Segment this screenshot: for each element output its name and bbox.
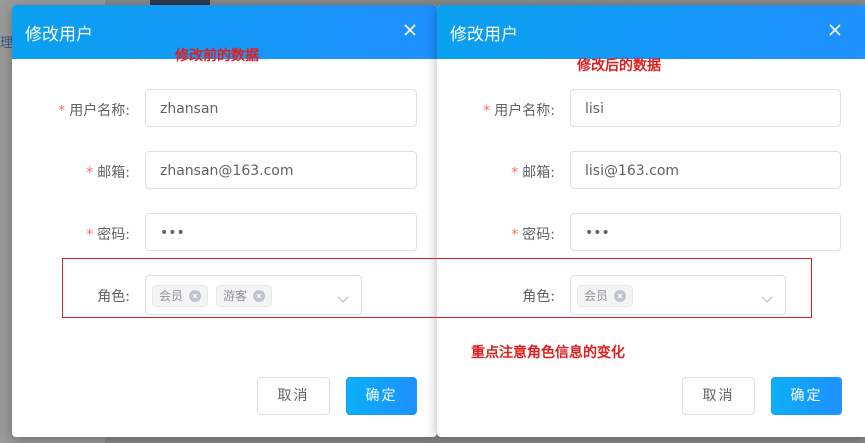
- cancel-button[interactable]: 取消: [682, 377, 755, 415]
- email-label: * 邮箱:: [511, 165, 555, 181]
- close-circle-icon[interactable]: [614, 289, 627, 302]
- password-row: * 密码: •••: [12, 213, 437, 253]
- role-row: 角色: 会员: [437, 275, 865, 315]
- confirm-button[interactable]: 确定: [346, 377, 417, 415]
- username-input[interactable]: zhansan: [145, 89, 417, 127]
- close-circle-icon[interactable]: [253, 289, 266, 302]
- annotation-after: 修改后的数据: [577, 58, 661, 74]
- password-row: * 密码: •••: [437, 213, 865, 253]
- email-row: * 邮箱: lisi@163.com: [437, 151, 865, 191]
- password-input[interactable]: •••: [145, 213, 417, 251]
- role-select[interactable]: 会员: [570, 275, 786, 315]
- role-label-wrap: 角色:: [12, 275, 130, 315]
- email-label: * 邮箱:: [86, 165, 130, 181]
- role-row: 角色: 会员 游客: [12, 275, 437, 315]
- username-label-wrap: * 用户名称:: [437, 89, 555, 129]
- annotation-note: 重点注意角色信息的变化: [471, 345, 625, 361]
- role-tag: 游客: [216, 285, 273, 307]
- username-label: * 用户名称:: [58, 103, 130, 119]
- email-label-wrap: * 邮箱:: [12, 151, 130, 191]
- role-label: 角色:: [97, 289, 130, 305]
- username-input[interactable]: lisi: [570, 89, 841, 127]
- username-label-wrap: * 用户名称:: [12, 89, 130, 129]
- dialog-title: 修改用户: [25, 25, 93, 45]
- role-tag: 会员: [577, 285, 634, 307]
- cancel-button[interactable]: 取消: [257, 377, 330, 415]
- chevron-down-icon[interactable]: [337, 290, 349, 303]
- username-row: * 用户名称: zhansan: [12, 89, 437, 129]
- email-input[interactable]: zhansan@163.com: [145, 151, 417, 189]
- confirm-button[interactable]: 确定: [771, 377, 842, 415]
- email-input[interactable]: lisi@163.com: [570, 151, 841, 189]
- email-label-wrap: * 邮箱:: [437, 151, 555, 191]
- chevron-down-icon[interactable]: [761, 290, 773, 303]
- email-row: * 邮箱: zhansan@163.com: [12, 151, 437, 191]
- password-label-wrap: * 密码:: [12, 213, 130, 253]
- username-row: * 用户名称: lisi: [437, 89, 865, 129]
- password-label: * 密码:: [86, 227, 130, 243]
- password-label-wrap: * 密码:: [437, 213, 555, 253]
- role-select[interactable]: 会员 游客: [145, 275, 362, 315]
- edit-user-dialog-before: 修改用户 * 用户名称: zhansan * 邮箱: zhansan@163.com…: [12, 5, 437, 437]
- role-label-wrap: 角色:: [437, 275, 555, 315]
- dialog-title: 修改用户: [450, 25, 518, 45]
- username-label: * 用户名称:: [483, 103, 555, 119]
- dialog-header: 修改用户: [437, 5, 865, 59]
- close-icon[interactable]: [403, 23, 417, 37]
- password-input[interactable]: •••: [570, 213, 841, 251]
- close-icon[interactable]: [828, 23, 842, 37]
- password-label: * 密码:: [511, 227, 555, 243]
- annotation-before: 修改前的数据: [175, 48, 259, 64]
- role-tag: 会员: [152, 285, 209, 307]
- role-label: 角色:: [522, 289, 555, 305]
- close-circle-icon[interactable]: [189, 289, 202, 302]
